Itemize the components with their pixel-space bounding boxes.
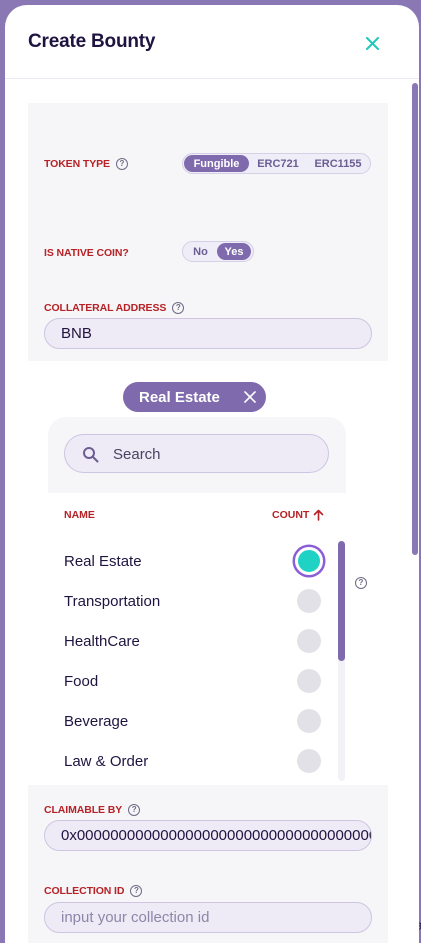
native-coin-option-yes[interactable]: Yes [217,243,251,260]
list-item[interactable]: HealthCare [48,621,338,661]
list-item-name: Food [64,672,99,690]
list-item[interactable]: Beverage [48,701,338,741]
help-icon[interactable]: ? [355,577,367,589]
token-type-option-erc1155[interactable]: ERC1155 [307,155,369,172]
collection-id-label-text: COLLECTION ID [44,885,125,897]
token-type-label: TOKEN TYPE ? [44,158,128,170]
column-count-text: COUNT [272,509,310,521]
claim-settings-panel: CLAIMABLE BY ? 0x00000000000000000000000… [28,785,388,943]
list-item[interactable]: Law & Order [48,741,338,781]
close-icon[interactable] [243,390,257,404]
search-icon [83,447,99,463]
close-button[interactable] [360,31,384,55]
collateral-address-input[interactable]: BNB [44,318,372,349]
selected-category-chip[interactable]: Real Estate [123,382,266,412]
radio[interactable] [297,749,321,773]
radio[interactable] [297,629,321,653]
list-item[interactable]: Real Estate [48,541,338,581]
list-item[interactable]: Transportation [48,581,338,621]
collection-id-input[interactable]: input your collection id [44,902,372,933]
radio[interactable] [297,669,321,693]
native-coin-label: IS NATIVE COIN? [44,247,129,259]
modal-title: Create Bounty [28,31,156,52]
native-coin-label-text: IS NATIVE COIN? [44,247,129,259]
claimable-by-label-text: CLAIMABLE BY [44,804,123,816]
category-search-panel [48,417,346,493]
claimable-by-input[interactable]: 0x00000000000000000000000000000000000000… [44,820,372,851]
collection-id-label: COLLECTION ID ? [44,885,143,897]
help-icon[interactable]: ? [130,885,143,897]
search-input[interactable] [113,443,313,465]
help-icon[interactable]: ? [172,302,185,314]
chip-label: Real Estate [139,388,220,406]
token-type-option-fungible[interactable]: Fungible [184,155,249,172]
radio[interactable] [297,589,321,613]
close-icon [365,36,379,50]
list-item-name: HealthCare [64,632,140,650]
help-icon[interactable]: ? [115,158,128,170]
list-item-name: Real Estate [64,552,142,570]
column-header-count[interactable]: COUNT [272,509,324,521]
create-bounty-modal: Create Bounty TOKEN TYPE ? Fungible ERC7… [5,5,419,943]
search-field[interactable] [64,434,329,473]
help-icon[interactable]: ? [128,804,141,816]
token-settings-panel: TOKEN TYPE ? Fungible ERC721 ERC1155 IS … [28,103,388,361]
list-item-name: Beverage [64,712,129,730]
list-scrollbar-thumb[interactable] [338,541,345,661]
column-name-text: NAME [64,509,95,521]
radio-selected[interactable] [295,547,323,575]
arrow-up-icon [314,509,324,521]
list-item-name: Law & Order [64,752,149,770]
list-item-name: Transportation [64,592,161,610]
token-type-toggle[interactable]: Fungible ERC721 ERC1155 [182,153,371,174]
modal-scrollbar[interactable] [412,83,418,555]
radio[interactable] [297,709,321,733]
native-coin-toggle[interactable]: No Yes [182,241,254,262]
claimable-by-label: CLAIMABLE BY ? [44,804,141,816]
token-type-label-text: TOKEN TYPE [44,158,110,170]
modal-header: Create Bounty [5,5,419,79]
collateral-address-label-text: COLLATERAL ADDRESS [44,302,167,314]
collateral-address-label: COLLATERAL ADDRESS ? [44,302,185,314]
column-header-name: NAME [64,509,95,521]
list-item[interactable]: Food [48,661,338,701]
token-type-option-erc721[interactable]: ERC721 [249,155,307,172]
native-coin-option-no[interactable]: No [184,243,217,260]
